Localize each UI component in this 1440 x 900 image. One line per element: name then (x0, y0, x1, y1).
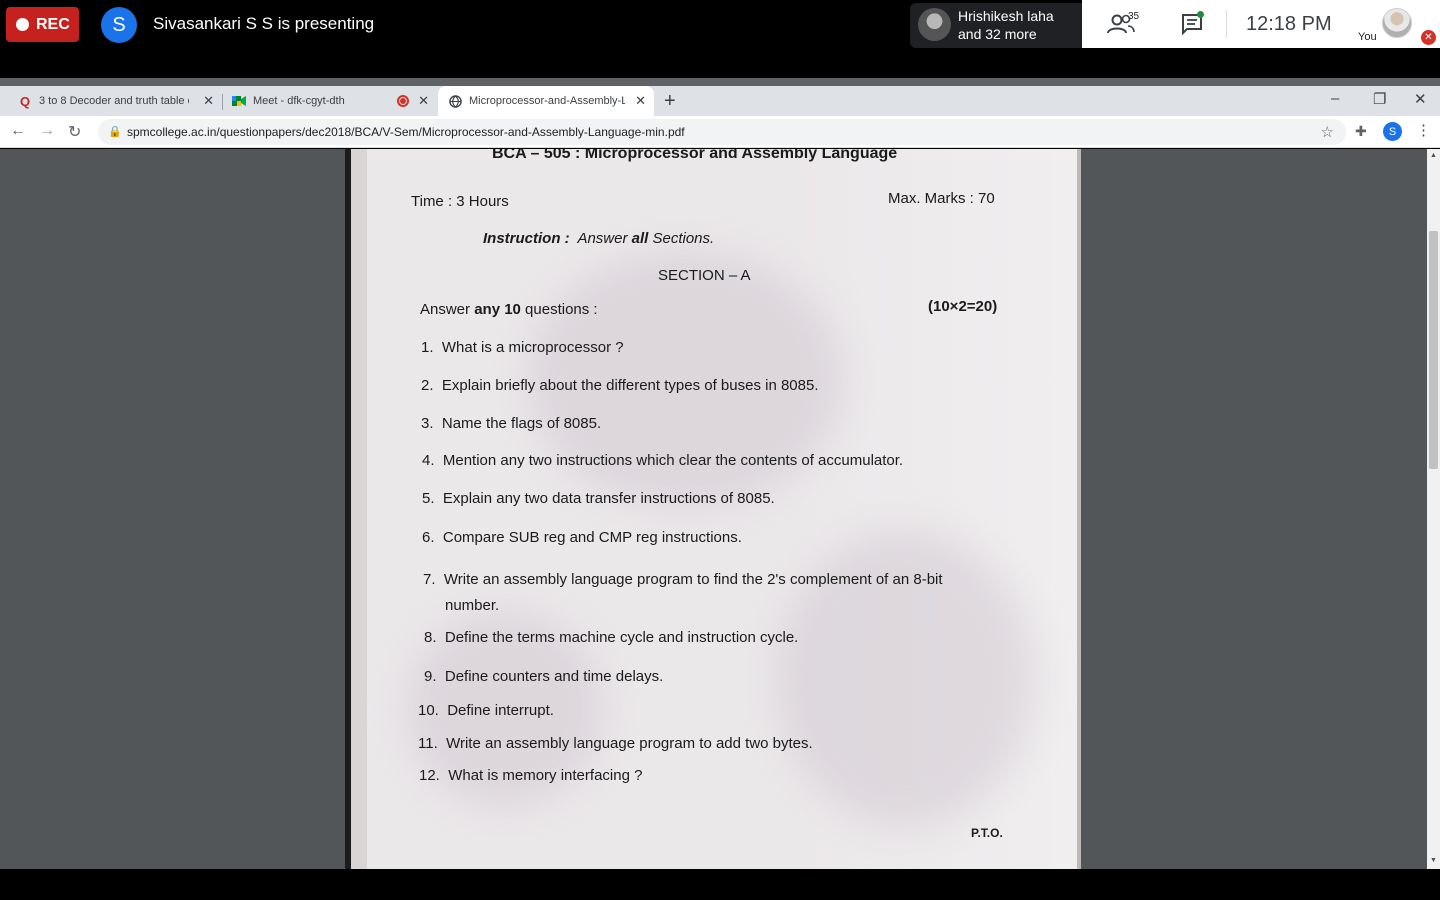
meet-icon (232, 94, 246, 108)
recording-indicator: REC (6, 7, 79, 42)
tab-title: Meet - dfk-cgyt-dth (253, 95, 345, 107)
scroll-down-icon[interactable]: ▼ (1430, 857, 1437, 864)
extensions-puzzle-icon[interactable]: ✚ (1355, 123, 1367, 140)
tab-meet[interactable]: Meet - dfk-cgyt-dth ✕ (224, 86, 437, 116)
omnibox[interactable]: 🔒 spmcollege.ac.in/questionpapers/dec201… (98, 119, 1346, 145)
globe-icon (448, 94, 462, 108)
profile-avatar[interactable]: S (1383, 122, 1402, 141)
question-item: 4. Mention any two instructions which cl… (422, 452, 904, 469)
back-icon[interactable]: ← (10, 122, 26, 140)
tab-pdf[interactable]: Microprocessor-and-Assembly-L ✕ (438, 86, 654, 116)
tab-title: Microprocessor-and-Assembly-L (469, 95, 625, 107)
minimize-button[interactable]: – (1331, 90, 1339, 107)
pdf-viewer[interactable]: BCA – 505 : Microprocessor and Assembly … (0, 149, 1427, 869)
mic-off-icon: ✕ (1421, 30, 1436, 45)
question-item: 11. Write an assembly language program t… (418, 735, 813, 752)
you-label: You (1358, 31, 1377, 43)
browser-tab-bar: Q 3 to 8 Decoder and truth table of ✕ Me… (0, 86, 1440, 116)
meet-top-bar: REC S Sivasankari S S is presenting Hris… (0, 0, 1440, 78)
presenting-text: Sivasankari S S is presenting (153, 14, 375, 33)
reload-icon[interactable]: ↻ (68, 122, 81, 142)
question-item: 2. Explain briefly about the different t… (421, 377, 819, 394)
restore-button[interactable]: ❐ (1373, 90, 1386, 108)
question-item: 12. What is memory interfacing ? (419, 767, 643, 784)
vertical-scrollbar[interactable]: ▲ ▼ (1427, 149, 1440, 869)
people-count: 35 (1128, 11, 1140, 22)
tab-title: 3 to 8 Decoder and truth table of (39, 95, 189, 107)
meet-controls-panel: 35 12:18 PM (1082, 0, 1354, 48)
close-tab-icon[interactable]: ✕ (635, 93, 646, 109)
self-avatar (1382, 8, 1412, 38)
self-view-tile[interactable]: You ✕ (1354, 0, 1440, 48)
window-border (0, 78, 1440, 86)
tab-separator (222, 94, 223, 110)
speaker-avatar (918, 8, 951, 41)
answer-instruction: Answer any 10 questions : (420, 301, 598, 318)
lock-icon[interactable]: 🔒 (108, 125, 122, 138)
active-speaker-tile[interactable]: Hrishikesh laha and 32 more (910, 3, 1082, 48)
speaker-more: and 32 more (958, 26, 1037, 42)
chat-notification-dot (1197, 11, 1204, 18)
question-item: 3. Name the flags of 8085. (421, 415, 602, 432)
url-text[interactable]: spmcollege.ac.in/questionpapers/dec2018/… (127, 125, 685, 139)
record-dot-icon (16, 18, 29, 31)
meet-clock: 12:18 PM (1246, 13, 1332, 35)
address-bar: ← → ↻ 🔒 spmcollege.ac.in/questionpapers/… (0, 116, 1440, 148)
rec-label: REC (36, 15, 70, 33)
menu-kebab-icon[interactable]: ⋮ (1416, 121, 1431, 139)
section-heading: SECTION – A (658, 267, 751, 284)
question-item: 9. Define counters and time delays. (424, 668, 664, 685)
tab-decoder[interactable]: Q 3 to 8 Decoder and truth table of ✕ (10, 86, 222, 116)
speaker-name: Hrishikesh laha (958, 8, 1054, 24)
forward-icon[interactable]: → (39, 122, 55, 140)
exam-time: Time : 3 Hours (411, 193, 509, 210)
section-score: (10×2=20) (928, 298, 998, 315)
bottom-bar (0, 869, 1440, 900)
recording-tab-icon (397, 95, 409, 107)
question-item: 10. Define interrupt. (418, 702, 554, 719)
presenter-avatar: S (101, 7, 137, 43)
bookmark-star-icon[interactable]: ☆ (1321, 123, 1334, 141)
question-item: 8. Define the terms machine cycle and in… (424, 629, 799, 646)
quora-icon: Q (19, 93, 31, 109)
close-tab-icon[interactable]: ✕ (418, 93, 429, 109)
instruction: Instruction : Answer all Sections. (483, 230, 715, 247)
scroll-up-icon[interactable]: ▲ (1430, 152, 1437, 159)
close-window-button[interactable]: ✕ (1414, 90, 1427, 108)
question-item: 5. Explain any two data transfer instruc… (422, 490, 775, 507)
pdf-page: BCA – 505 : Microprocessor and Assembly … (345, 149, 1081, 869)
new-tab-button[interactable]: + (664, 90, 676, 113)
max-marks: Max. Marks : 70 (888, 190, 995, 207)
divider (1226, 10, 1227, 38)
paper-title: BCA – 505 : Microprocessor and Assembly … (492, 149, 898, 162)
question-item: 1. What is a microprocessor ? (421, 339, 624, 356)
question-item: 6. Compare SUB reg and CMP reg instructi… (422, 529, 742, 546)
scroll-thumb[interactable] (1429, 231, 1438, 469)
question-item: 7. Write an assembly language program to… (423, 571, 943, 614)
close-tab-icon[interactable]: ✕ (203, 93, 214, 109)
pto-label: P.T.O. (971, 826, 1003, 840)
